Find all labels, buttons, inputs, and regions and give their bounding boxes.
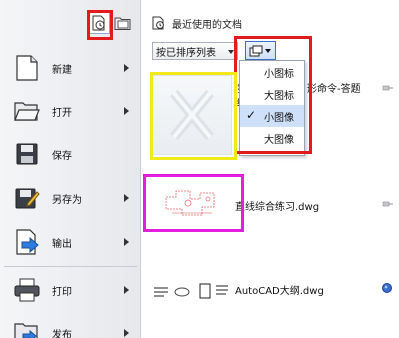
sort-order-value: 按已排序列表: [156, 47, 216, 59]
dwg-drawing-preview: [165, 190, 214, 216]
recent-file-row[interactable]: 直线综合练习.dwg: [142, 174, 399, 234]
application-menu-sidebar: 新建 打开 保存 另存为 输出 打印 发布: [0, 0, 141, 338]
pin-icon[interactable]: [382, 84, 394, 92]
view-option-label: 大图标: [264, 90, 294, 102]
print-icon: [12, 275, 42, 305]
menu-divider: [4, 266, 137, 267]
panel-header: 最近使用的文档: [152, 14, 242, 32]
menu-item-new[interactable]: 新建: [0, 48, 141, 88]
view-option-small-icons[interactable]: 小图标: [240, 61, 304, 83]
view-option-label: 大图像: [264, 134, 294, 146]
save-as-icon: [12, 183, 42, 213]
view-option-label: 小图标: [264, 68, 294, 80]
open-folder-icon: [12, 96, 42, 126]
chevron-down-icon: [265, 49, 271, 53]
file-thumbnail: [145, 177, 240, 231]
file-name: AutoCAD大纲.dwg: [235, 286, 324, 297]
menu-item-new-label: 新建: [52, 64, 72, 76]
menu-item-publish-label: 发布: [52, 329, 72, 338]
submenu-arrow-icon: [124, 329, 129, 337]
recent-documents-icon: [92, 15, 105, 31]
save-floppy-icon: [12, 139, 42, 169]
file-thumbnail: [152, 75, 232, 155]
view-option-label: 小图像: [264, 112, 294, 124]
view-option-small-images[interactable]: ✓ 小图像: [240, 105, 304, 127]
menu-item-save[interactable]: 保存: [0, 134, 141, 174]
excel-file-icon: [170, 89, 214, 141]
file-name: 直线综合练习.dwg: [235, 202, 320, 213]
menu-item-open-label: 打开: [52, 107, 72, 119]
dwg-drawing-preview: [154, 283, 228, 299]
menu-item-print-label: 打印: [52, 286, 72, 298]
sidebar-top-toolbar: [88, 12, 138, 36]
menu-item-export-label: 输出: [52, 238, 72, 250]
menu-item-save-as-label: 另存为: [52, 194, 82, 206]
recent-documents-panel: 最近使用的文档 按已排序列表 小图标 大图标 ✓ 小图像 大图像 形命令-答题 …: [142, 0, 399, 338]
chevron-down-icon: [228, 50, 234, 54]
checkmark-icon: ✓: [246, 108, 257, 122]
menu-item-export[interactable]: 输出: [0, 222, 141, 262]
menu-item-print[interactable]: 打印: [0, 270, 141, 310]
recent-documents-icon: [152, 16, 164, 30]
open-documents-button[interactable]: [112, 12, 134, 34]
view-mode-icon: [249, 45, 263, 56]
recent-file-row[interactable]: AutoCAD大纲.dwg: [142, 260, 399, 320]
file-name-line1-tail: 形命令-答题: [307, 84, 361, 95]
file-thumbnail: [152, 276, 232, 306]
export-icon: [12, 227, 42, 257]
submenu-arrow-icon: [124, 107, 129, 115]
view-option-large-icons[interactable]: 大图标: [240, 83, 304, 105]
sort-order-select[interactable]: 按已排序列表: [152, 42, 238, 60]
new-document-icon: [12, 53, 42, 83]
open-documents-icon: [114, 17, 131, 30]
pin-icon[interactable]: [381, 282, 393, 294]
submenu-arrow-icon: [124, 238, 129, 246]
pin-icon[interactable]: [382, 200, 394, 208]
view-mode-menu: 小图标 大图标 ✓ 小图像 大图像: [239, 60, 305, 156]
submenu-arrow-icon: [124, 286, 129, 294]
menu-item-save-label: 保存: [52, 150, 72, 162]
submenu-arrow-icon: [124, 194, 129, 202]
menu-item-save-as[interactable]: 另存为: [0, 178, 141, 218]
menu-item-open[interactable]: 打开: [0, 91, 141, 131]
submenu-arrow-icon: [124, 64, 129, 72]
menu-item-publish[interactable]: 发布: [0, 313, 141, 338]
page-title: 最近使用的文档: [172, 19, 242, 31]
view-option-large-images[interactable]: 大图像: [240, 127, 304, 149]
view-mode-button[interactable]: [245, 41, 276, 60]
publish-icon: [12, 318, 42, 338]
recent-documents-button[interactable]: [88, 12, 110, 34]
